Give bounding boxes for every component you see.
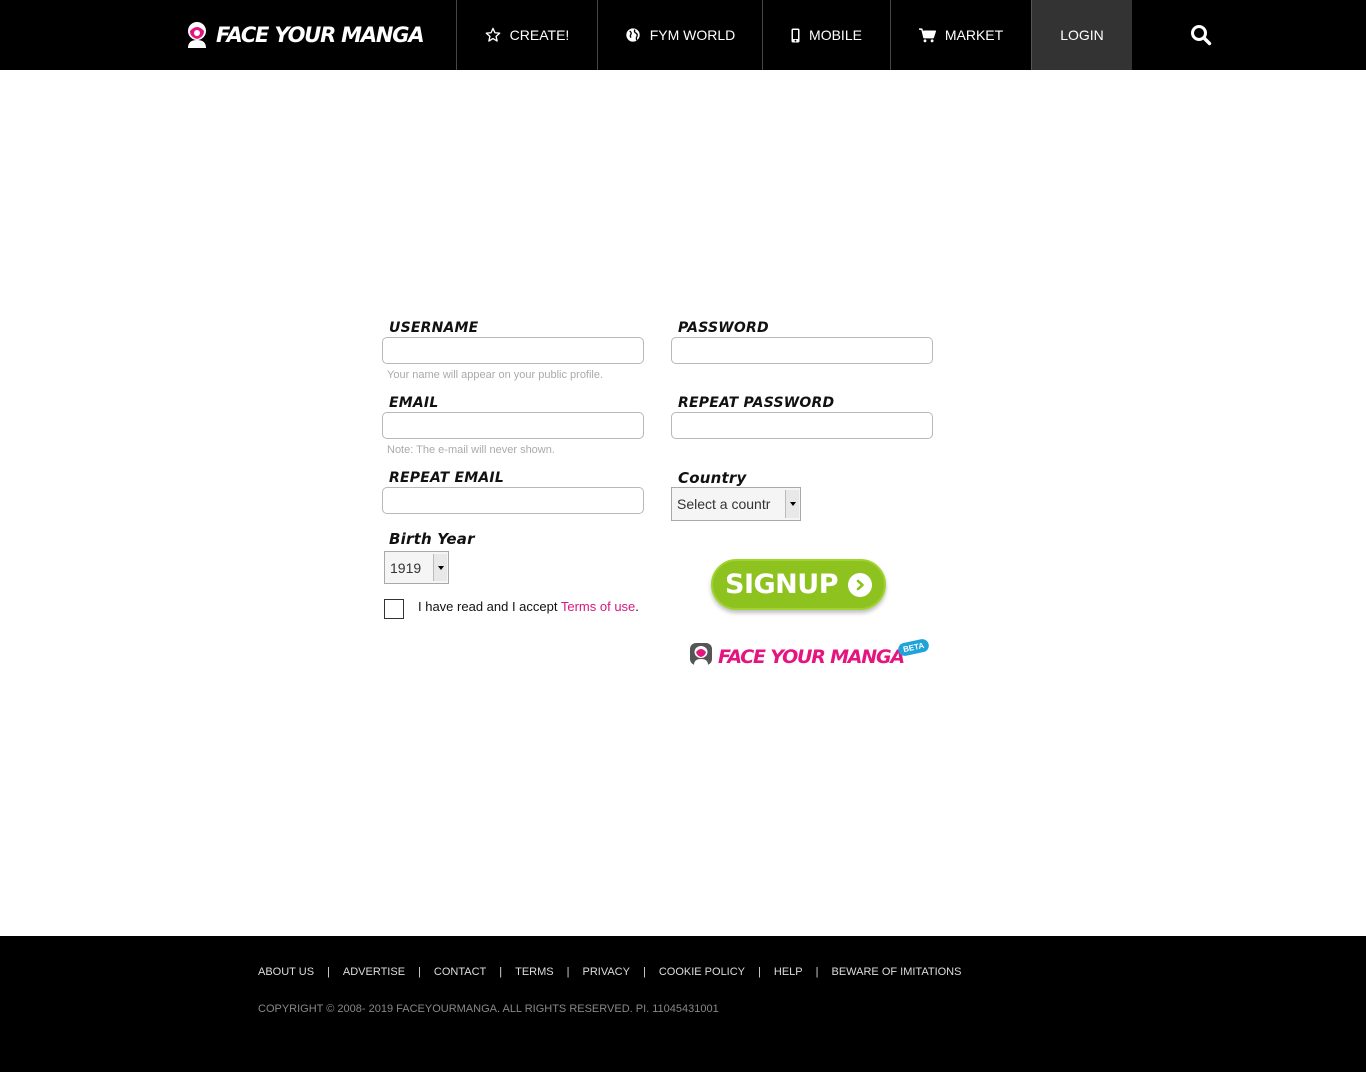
nav-mobile-label: MOBILE (809, 27, 862, 43)
username-label: USERNAME (389, 320, 479, 336)
search-icon[interactable] (1190, 24, 1212, 46)
footer-separator: | (566, 966, 570, 978)
cart-icon (918, 27, 936, 43)
signup-button[interactable]: SIGNUP (711, 559, 886, 610)
brand-logo-beta: FACE YOUR MANGA BETA (690, 637, 931, 670)
chevron-right-icon (847, 572, 872, 597)
username-input[interactable] (382, 337, 644, 364)
password-input[interactable] (671, 337, 933, 364)
birth-year-label: Birth Year (389, 530, 475, 548)
nav-mobile[interactable]: MOBILE (762, 0, 890, 70)
nav-fym-world[interactable]: FYM WORLD (597, 0, 762, 70)
repeat-email-label: REPEAT EMAIL (389, 470, 504, 486)
country-label: Country (678, 469, 747, 487)
nav-world-label: FYM WORLD (649, 27, 736, 43)
nav-login-label: LOGIN (1060, 27, 1104, 43)
manga-face-icon (690, 643, 712, 670)
email-input[interactable] (382, 412, 644, 439)
country-select[interactable]: Select a countr (671, 487, 801, 521)
footer-link-terms[interactable]: TERMS (515, 966, 554, 978)
username-hint: Your name will appear on your public pro… (387, 369, 604, 381)
footer-separator: | (418, 966, 421, 978)
terms-prefix: I have read and I accept (418, 599, 561, 614)
footer-link-help[interactable]: HELP (774, 966, 803, 978)
repeat-password-input[interactable] (671, 412, 933, 439)
footer-separator: | (327, 966, 330, 978)
site-logo[interactable]: FACE YOUR MANGA (186, 20, 425, 50)
logo-text: FACE YOUR MANGA (216, 23, 425, 47)
footer-link-contact[interactable]: CONTACT (434, 966, 486, 978)
nav-create[interactable]: CREATE! (456, 0, 597, 70)
birth-year-value: 1919 (390, 559, 422, 576)
beta-badge: BETA (896, 637, 931, 658)
terms-suffix: . (635, 599, 639, 614)
main-nav: CREATE! FYM WORLD MOBILE MARKET LOGIN (456, 0, 1132, 70)
terms-text: I have read and I accept Terms of use. (418, 599, 639, 614)
password-label: PASSWORD (678, 320, 769, 336)
top-navbar: FACE YOUR MANGA CREATE! FYM WORLD MOBILE… (0, 0, 1366, 70)
country-select-value: Select a countr (677, 496, 771, 512)
footer-link-privacy[interactable]: PRIVACY (582, 966, 629, 978)
brand-small-text: FACE YOUR MANGA (718, 645, 905, 668)
footer-link-advertise[interactable]: ADVERTISE (343, 966, 405, 978)
chevron-down-icon (785, 490, 799, 518)
nav-market-label: MARKET (944, 27, 1004, 43)
mobile-icon (791, 28, 800, 43)
nav-login[interactable]: LOGIN (1031, 0, 1132, 70)
footer: ABOUT US | ADVERTISE | CONTACT | TERMS |… (0, 936, 1366, 1072)
footer-separator: | (758, 966, 761, 978)
star-icon (485, 27, 501, 43)
chevron-down-icon (433, 554, 447, 581)
manga-face-icon (186, 22, 208, 48)
terms-checkbox[interactable] (384, 599, 404, 619)
footer-link-cookie-policy[interactable]: COOKIE POLICY (659, 966, 745, 978)
signup-label: SIGNUP (725, 569, 838, 600)
footer-separator: | (815, 966, 819, 978)
repeat-email-input[interactable] (382, 487, 644, 514)
footer-links: ABOUT US | ADVERTISE | CONTACT | TERMS |… (258, 966, 961, 978)
footer-link-beware-of-imitations[interactable]: BEWARE OF IMITATIONS (832, 966, 962, 978)
birth-year-select[interactable]: 1919 (384, 551, 449, 584)
globe-icon (625, 27, 641, 43)
nav-market[interactable]: MARKET (890, 0, 1031, 70)
email-hint: Note: The e-mail will never shown. (387, 444, 555, 456)
footer-separator: | (642, 966, 646, 978)
terms-of-use-link[interactable]: Terms of use (561, 599, 635, 614)
footer-link-about-us[interactable]: ABOUT US (258, 966, 314, 978)
email-label: EMAIL (389, 395, 439, 411)
nav-create-label: CREATE! (509, 27, 570, 43)
repeat-password-label: REPEAT PASSWORD (678, 395, 835, 411)
footer-separator: | (499, 966, 503, 978)
copyright: COPYRIGHT © 2008- 2019 FACEYOURMANGA. AL… (258, 1003, 719, 1015)
